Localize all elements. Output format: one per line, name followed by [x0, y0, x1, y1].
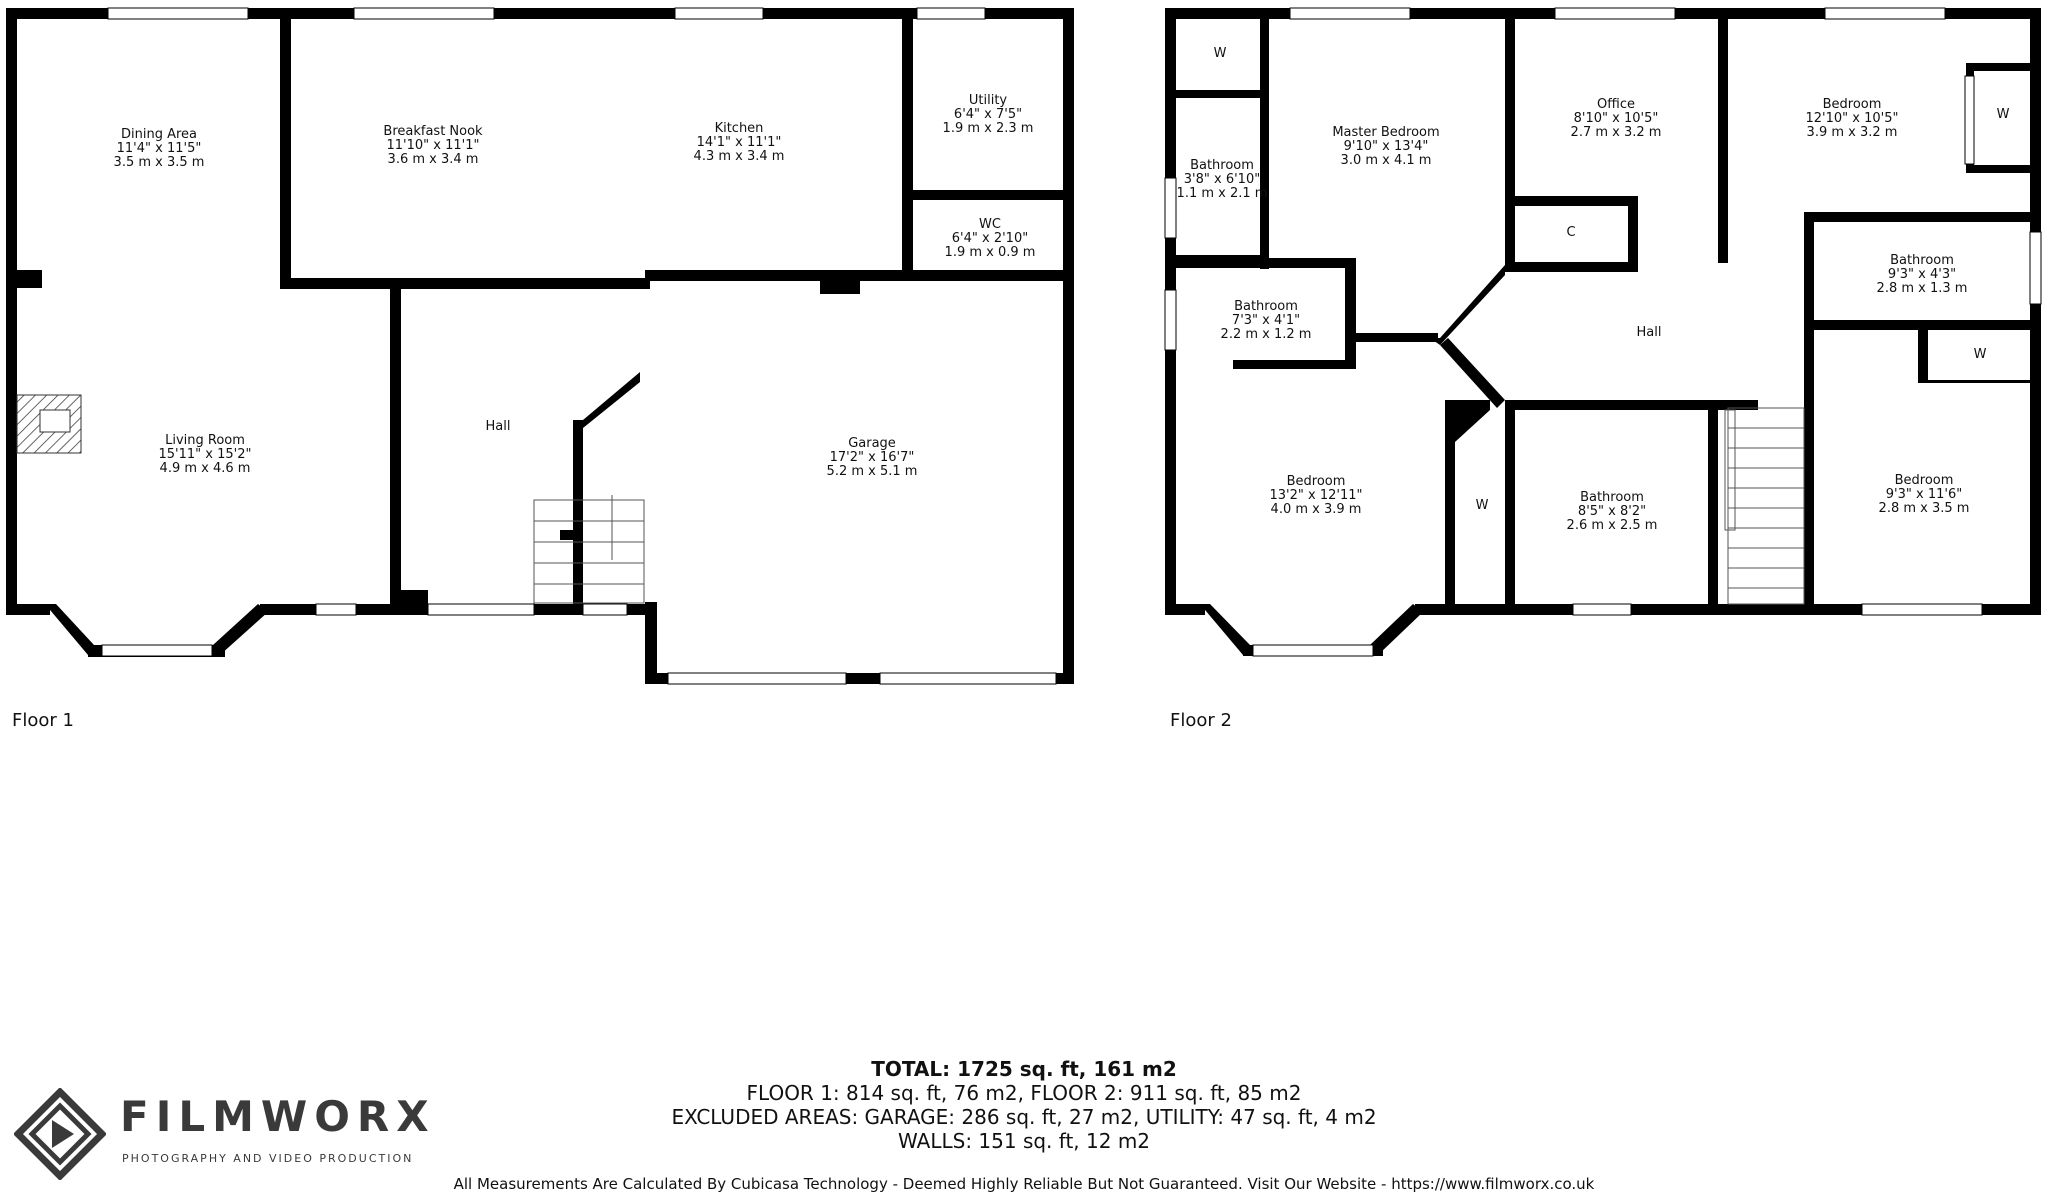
room-wardrobe-3: W: [1974, 347, 1987, 362]
svg-text:Utility: Utility: [969, 93, 1008, 108]
svg-text:2.6 m x 2.5 m: 2.6 m x 2.5 m: [1567, 518, 1658, 533]
room-wardrobe-4: W: [1476, 498, 1489, 513]
svg-text:3.9 m x 3.2 m: 3.9 m x 3.2 m: [1807, 125, 1898, 140]
svg-text:W: W: [1214, 46, 1227, 61]
disclaimer: All Measurements Are Calculated By Cubic…: [453, 1175, 1595, 1193]
room-bedroom-se: Bedroom 9'3" x 11'6" 2.8 m x 3.5 m: [1879, 473, 1970, 516]
room-breakfast-nook: Breakfast Nook 11'10" x 11'1" 3.6 m x 3.…: [383, 124, 483, 167]
svg-text:Dining Area: Dining Area: [121, 127, 197, 142]
svg-text:Office: Office: [1597, 97, 1635, 112]
svg-text:17'2" x 16'7": 17'2" x 16'7": [830, 450, 915, 465]
svg-text:Bathroom: Bathroom: [1234, 299, 1298, 314]
filmworx-logo: FILMWORX PHOTOGRAPHY AND VIDEO PRODUCTIO…: [14, 1088, 429, 1180]
room-hall-1: Hall: [486, 419, 511, 434]
room-master-bedroom: Master Bedroom 9'10" x 13'4" 3.0 m x 4.1…: [1332, 125, 1439, 168]
play-icon: [14, 1088, 106, 1180]
svg-text:11'4" x 11'5": 11'4" x 11'5": [117, 141, 202, 156]
svg-text:2.8 m x 3.5 m: 2.8 m x 3.5 m: [1879, 501, 1970, 516]
logo-brand: FILMWORX: [120, 1092, 436, 1141]
svg-text:W: W: [1974, 347, 1987, 362]
svg-text:Hall: Hall: [486, 419, 511, 434]
svg-text:8'5" x 8'2": 8'5" x 8'2": [1578, 504, 1646, 519]
room-bathroom-b: Bathroom 7'3" x 4'1" 2.2 m x 1.2 m: [1221, 299, 1312, 342]
svg-text:1.9 m x 0.9 m: 1.9 m x 0.9 m: [945, 245, 1036, 260]
svg-text:3.0 m x 4.1 m: 3.0 m x 4.1 m: [1341, 153, 1432, 168]
svg-text:Bathroom: Bathroom: [1890, 253, 1954, 268]
svg-text:WC: WC: [979, 217, 1001, 232]
logo-tagline: PHOTOGRAPHY AND VIDEO PRODUCTION: [122, 1152, 414, 1165]
svg-text:2.7 m x 3.2 m: 2.7 m x 3.2 m: [1571, 125, 1662, 140]
svg-text:4.9 m x 4.6 m: 4.9 m x 4.6 m: [160, 461, 251, 476]
room-bedroom-sw: Bedroom 13'2" x 12'11" 4.0 m x 3.9 m: [1270, 474, 1363, 517]
floor-2-stairs: [1724, 407, 1805, 605]
svg-text:3.5 m x 3.5 m: 3.5 m x 3.5 m: [114, 155, 205, 170]
floor-1-label: Floor 1: [12, 710, 74, 731]
svg-text:1.1 m x 2.1 m: 1.1 m x 2.1 m: [1177, 186, 1268, 201]
svg-text:W: W: [1476, 498, 1489, 513]
room-dining-area: Dining Area 11'4" x 11'5" 3.5 m x 3.5 m: [114, 127, 205, 170]
room-bathroom-d: Bathroom 8'5" x 8'2" 2.6 m x 2.5 m: [1567, 490, 1658, 533]
svg-text:2.8 m x 1.3 m: 2.8 m x 1.3 m: [1877, 281, 1968, 296]
svg-text:Master Bedroom: Master Bedroom: [1332, 125, 1439, 140]
svg-text:5.2 m x 5.1 m: 5.2 m x 5.1 m: [827, 464, 918, 479]
svg-text:3.6 m x 3.4 m: 3.6 m x 3.4 m: [388, 152, 479, 167]
room-utility: Utility 6'4" x 7'5" 1.9 m x 2.3 m: [943, 93, 1034, 136]
room-kitchen: Kitchen 14'1" x 11'1" 4.3 m x 3.4 m: [694, 121, 785, 164]
room-wc: WC 6'4" x 2'10" 1.9 m x 0.9 m: [945, 217, 1036, 260]
svg-text:9'3" x 11'6": 9'3" x 11'6": [1886, 487, 1962, 502]
room-bathroom-a: Bathroom 3'8" x 6'10" 1.1 m x 2.1 m: [1177, 158, 1268, 201]
svg-text:9'3" x 4'3": 9'3" x 4'3": [1888, 267, 1956, 282]
svg-text:Garage: Garage: [848, 436, 896, 451]
room-bedroom-ne: Bedroom 12'10" x 10'5" 3.9 m x 3.2 m: [1806, 97, 1899, 140]
fireplace-inner: [39, 409, 71, 433]
svg-text:C: C: [1566, 225, 1575, 240]
svg-text:Hall: Hall: [1637, 325, 1662, 340]
room-closet: C: [1566, 225, 1575, 240]
svg-text:3'8" x 6'10": 3'8" x 6'10": [1184, 172, 1260, 187]
svg-text:6'4" x 7'5": 6'4" x 7'5": [954, 107, 1022, 122]
floor-1-walls: [6, 8, 1074, 684]
room-garage: Garage 17'2" x 16'7" 5.2 m x 5.1 m: [827, 436, 918, 479]
svg-text:4.3 m x 3.4 m: 4.3 m x 3.4 m: [694, 149, 785, 164]
floor-1-stairs: [533, 495, 645, 604]
total-area: TOTAL: 1725 sq. ft, 161 m2: [871, 1057, 1177, 1081]
room-wardrobe-1: W: [1214, 46, 1227, 61]
svg-text:Living Room: Living Room: [165, 433, 245, 448]
svg-text:4.0 m x 3.9 m: 4.0 m x 3.9 m: [1271, 502, 1362, 517]
svg-text:9'10" x 13'4": 9'10" x 13'4": [1344, 139, 1429, 154]
svg-text:Bedroom: Bedroom: [1895, 473, 1954, 488]
svg-text:15'11" x 15'2": 15'11" x 15'2": [159, 447, 252, 462]
svg-text:W: W: [1997, 107, 2010, 122]
svg-text:7'3" x 4'1": 7'3" x 4'1": [1232, 313, 1300, 328]
floor-2-label: Floor 2: [1170, 710, 1232, 731]
svg-text:Bathroom: Bathroom: [1190, 158, 1254, 173]
svg-text:Bedroom: Bedroom: [1823, 97, 1882, 112]
room-hall-2: Hall: [1637, 325, 1662, 340]
svg-text:2.2 m x 1.2 m: 2.2 m x 1.2 m: [1221, 327, 1312, 342]
room-wardrobe-2: W: [1997, 107, 2010, 122]
room-office: Office 8'10" x 10'5" 2.7 m x 3.2 m: [1571, 97, 1662, 140]
svg-text:13'2" x 12'11": 13'2" x 12'11": [1270, 488, 1363, 503]
svg-text:Bathroom: Bathroom: [1580, 490, 1644, 505]
svg-text:Bedroom: Bedroom: [1287, 474, 1346, 489]
svg-text:Kitchen: Kitchen: [715, 121, 764, 136]
svg-text:Breakfast Nook: Breakfast Nook: [383, 124, 483, 139]
svg-text:14'1" x 11'1": 14'1" x 11'1": [697, 135, 782, 150]
svg-text:1.9 m x 2.3 m: 1.9 m x 2.3 m: [943, 121, 1034, 136]
room-bathroom-c: Bathroom 9'3" x 4'3" 2.8 m x 1.3 m: [1877, 253, 1968, 296]
svg-text:8'10" x 10'5": 8'10" x 10'5": [1574, 111, 1659, 126]
floor-plan: Dining Area 11'4" x 11'5" 3.5 m x 3.5 m …: [6, 7, 2042, 731]
svg-text:6'4" x 2'10": 6'4" x 2'10": [952, 231, 1028, 246]
svg-text:12'10" x 10'5": 12'10" x 10'5": [1806, 111, 1899, 126]
svg-text:11'10" x 11'1": 11'10" x 11'1": [387, 138, 480, 153]
room-living-room: Living Room 15'11" x 15'2" 4.9 m x 4.6 m: [159, 433, 252, 476]
